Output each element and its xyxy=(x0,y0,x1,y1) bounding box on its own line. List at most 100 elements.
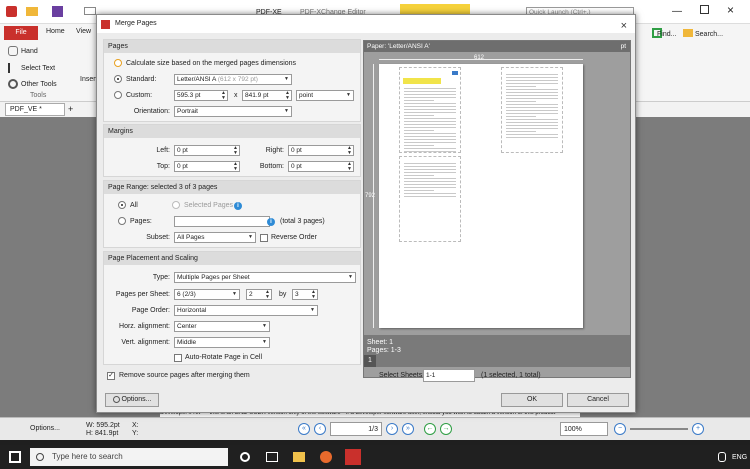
status-options-button[interactable]: Options... xyxy=(30,422,60,436)
type-label: Type: xyxy=(152,274,170,281)
reverse-order-checkbox[interactable] xyxy=(260,234,268,242)
other-tools-button[interactable]: Other Tools xyxy=(8,79,57,89)
preview-text-line xyxy=(506,131,536,132)
hand-tool[interactable]: Hand xyxy=(8,46,38,56)
preview-text-line xyxy=(404,97,456,98)
hand-icon xyxy=(8,46,18,56)
pages-radio[interactable] xyxy=(118,217,126,225)
pdf-editor-taskbar-icon[interactable] xyxy=(345,449,361,465)
maximize-button[interactable] xyxy=(700,5,709,14)
tab-home[interactable]: Home xyxy=(46,28,65,35)
margins-group: Margins Left: 0 pt ▲ ▼ Right: 0 pt ▲ ▼ Top: … xyxy=(103,124,361,177)
standard-size-select[interactable]: Letter/ANSI A (612 x 792 pt) ▼ xyxy=(174,74,292,85)
custom-height-input[interactable]: 841.9 pt ▲ ▼ xyxy=(242,90,292,101)
right-margin-input[interactable]: 0 pt ▲ ▼ xyxy=(288,145,354,156)
auto-rotate-checkbox[interactable] xyxy=(174,354,182,362)
preview-page-2 xyxy=(501,67,563,153)
subset-select[interactable]: All Pages ▼ xyxy=(174,232,256,243)
search-icon xyxy=(36,453,44,461)
all-pages-radio[interactable] xyxy=(118,201,126,209)
preview-text-line xyxy=(404,136,456,137)
sheet-thumbnail[interactable]: 1 xyxy=(364,355,376,367)
find-button[interactable]: Find... xyxy=(657,29,676,40)
preview-text-line xyxy=(506,137,558,138)
top-margin-input[interactable]: 0 pt ▲ ▼ xyxy=(174,161,240,172)
firefox-icon[interactable] xyxy=(320,451,332,463)
selected-pages-info-icon[interactable]: i xyxy=(234,202,242,210)
zoom-select[interactable]: 100% xyxy=(560,422,608,436)
page-number-input[interactable]: 1/3 xyxy=(330,422,382,436)
zoom-in-button[interactable]: + xyxy=(692,422,704,436)
pages-range-input[interactable] xyxy=(174,216,270,227)
preview-text-line xyxy=(506,83,558,84)
prev-page-button[interactable]: ‹ xyxy=(314,422,326,436)
file-tab[interactable]: File xyxy=(4,26,38,40)
preview-text-line xyxy=(506,98,558,99)
tab-view[interactable]: View xyxy=(76,28,91,35)
pages-info-icon[interactable]: i xyxy=(267,218,275,226)
cancel-button[interactable]: Cancel xyxy=(567,393,629,407)
taskbar: Type here to search ENG xyxy=(0,445,750,469)
forward-button[interactable]: → xyxy=(440,422,452,436)
zoom-out-button[interactable]: − xyxy=(614,422,626,436)
next-page-button[interactable]: › xyxy=(386,422,398,436)
explorer-icon[interactable] xyxy=(293,452,305,462)
columns-input[interactable]: 2 ▲ ▼ xyxy=(246,289,272,300)
last-page-button[interactable]: » xyxy=(402,422,414,436)
horz-alignment-select[interactable]: Center ▼ xyxy=(174,321,270,332)
by-label: by xyxy=(279,291,287,298)
custom-radio[interactable] xyxy=(114,91,122,99)
open-icon[interactable] xyxy=(26,7,38,16)
preview-text-line xyxy=(404,139,456,140)
select-sheets-input[interactable]: 1-1 xyxy=(423,369,475,382)
page-range-header: Page Range: selected 3 of 3 pages xyxy=(104,181,360,194)
orientation-label: Orientation: xyxy=(133,108,170,115)
remove-source-label: Remove source pages after merging them xyxy=(119,372,250,379)
bottom-margin-input[interactable]: 0 pt ▲ ▼ xyxy=(288,161,354,172)
search-button[interactable]: Search... xyxy=(695,29,723,40)
all-pages-label: All xyxy=(130,202,138,209)
orientation-select[interactable]: Portrait ▼ xyxy=(174,106,292,117)
calc-size-radio[interactable] xyxy=(114,59,122,67)
preview-text-line xyxy=(404,112,456,113)
close-window-button[interactable]: × xyxy=(727,3,734,17)
preview-text-line xyxy=(404,100,434,101)
rows-input[interactable]: 3 ▲ ▼ xyxy=(292,289,318,300)
task-view-icon[interactable] xyxy=(266,452,278,462)
options-button[interactable]: Options... xyxy=(105,393,159,407)
pages-per-sheet-select[interactable]: 6 (2/3) ▼ xyxy=(174,289,240,300)
insert-button[interactable]: Insert xyxy=(80,74,98,85)
cursor-y-readout: Y: xyxy=(132,430,139,437)
merge-icon xyxy=(101,20,110,29)
remove-source-checkbox[interactable]: ✓ xyxy=(107,372,115,380)
email-icon[interactable] xyxy=(84,7,96,15)
first-page-button[interactable]: « xyxy=(298,422,310,436)
back-button[interactable]: ← xyxy=(424,422,436,436)
type-select[interactable]: Multiple Pages per Sheet ▼ xyxy=(174,272,356,283)
minimize-button[interactable]: — xyxy=(672,6,682,17)
save-icon[interactable] xyxy=(52,6,63,17)
windows-start-icon[interactable] xyxy=(9,451,21,463)
unit-select[interactable]: point ▼ xyxy=(296,90,354,101)
cortana-icon[interactable] xyxy=(240,452,250,462)
vert-alignment-select[interactable]: Middle ▼ xyxy=(174,337,270,348)
merge-pages-dialog: Merge Pages × Pages Calculate size based… xyxy=(96,14,636,413)
preview-sheet xyxy=(379,64,583,328)
right-margin-label: Right: xyxy=(265,147,284,154)
custom-width-input[interactable]: 595.3 pt ▲ ▼ xyxy=(174,90,228,101)
left-margin-input[interactable]: 0 pt ▲ ▼ xyxy=(174,145,240,156)
page-order-select[interactable]: Horizontal ▼ xyxy=(174,305,318,316)
document-tab[interactable]: PDF_VE * xyxy=(5,103,65,116)
preview-text-line xyxy=(506,119,558,120)
standard-radio[interactable] xyxy=(114,75,122,83)
select-sheets-label: Select Sheets: xyxy=(379,372,425,379)
zoom-slider[interactable] xyxy=(630,428,688,430)
selected-pages-radio[interactable] xyxy=(172,201,180,209)
select-text-tool[interactable]: Select Text xyxy=(8,63,55,73)
preview-text-line xyxy=(404,184,456,185)
taskbar-search-input[interactable]: Type here to search xyxy=(30,448,228,466)
ok-button[interactable]: OK xyxy=(501,393,563,407)
new-tab-button[interactable]: + xyxy=(68,104,73,114)
preview-text-line xyxy=(404,133,456,134)
dialog-close-button[interactable]: × xyxy=(621,17,627,35)
